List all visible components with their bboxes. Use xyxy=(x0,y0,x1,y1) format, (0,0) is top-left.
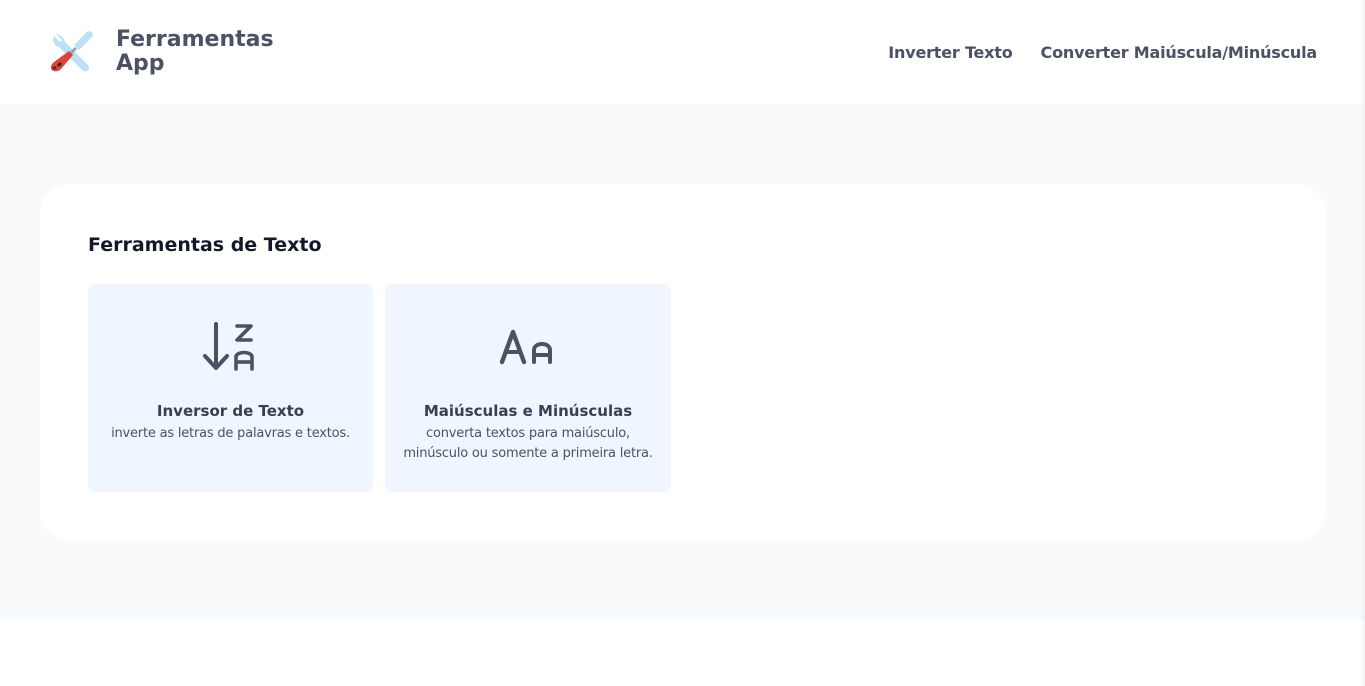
tool-card-case-converter[interactable]: Maiúsculas e Minúsculas converta textos … xyxy=(385,284,671,492)
card-title: Inversor de Texto xyxy=(156,402,305,420)
nav-link-converter-case[interactable]: Converter Maiúscula/Minúscula xyxy=(1041,43,1318,62)
footer xyxy=(0,620,1365,686)
card-description: converta textos para maiúsculo, minúscul… xyxy=(403,426,653,461)
tools-icon xyxy=(50,31,93,72)
sort-z-a-icon xyxy=(202,322,254,371)
card-title: Maiúsculas e Minúsculas xyxy=(423,402,633,420)
letter-case-icon xyxy=(499,329,552,365)
brand-line-1: Ferramentas xyxy=(116,27,274,52)
card-description: inverte as letras de palavras e textos. xyxy=(111,426,350,441)
main-nav: Inverter Texto Converter Maiúscula/Minús… xyxy=(860,43,1317,62)
brand-line-2: App xyxy=(116,51,165,76)
brand-name: Ferramentas App xyxy=(116,28,276,76)
nav-link-inverter-texto[interactable]: Inverter Texto xyxy=(888,43,1012,62)
tools-panel: Ferramentas de Texto Inversor de Texto i… xyxy=(40,184,1325,540)
main-content: Ferramentas de Texto Inversor de Texto i… xyxy=(0,104,1365,620)
scrollbar-edge xyxy=(1359,0,1365,686)
top-header: Ferramentas App Inverter Texto Converter… xyxy=(0,0,1365,104)
brand[interactable]: Ferramentas App xyxy=(48,28,276,76)
tool-card-text-inverter[interactable]: Inversor de Texto inverte as letras de p… xyxy=(88,284,373,492)
section-title: Ferramentas de Texto xyxy=(88,234,322,256)
